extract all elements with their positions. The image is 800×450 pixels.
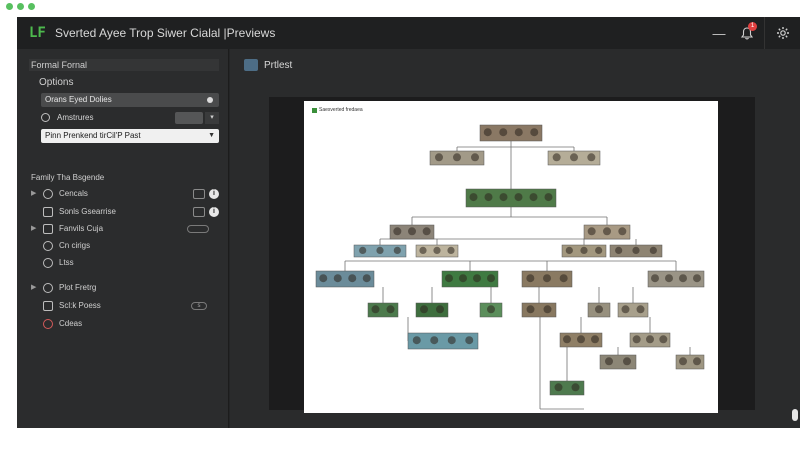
person-photo-tile[interactable] [367,302,399,318]
sidebar-item-label: Sonls Gsearrise [59,207,116,216]
traffic-light-dot[interactable] [28,3,35,10]
option-radio-row[interactable]: Amstrures ▾ [41,111,219,125]
sidebar-item-label: Cn cirigs [59,241,91,250]
monitor-icon [43,207,53,217]
person-photo-tile[interactable] [415,244,459,258]
person-photo-tile[interactable] [479,124,543,142]
clock-icon [43,258,53,268]
sidebar-item-cdeas[interactable]: Cdeas [29,317,219,331]
option-toggle-label: Orans Eyed Dolies [45,95,112,104]
person-photo-tile[interactable] [353,244,407,258]
person-photo-tile[interactable] [465,188,557,208]
gear-icon[interactable] [764,17,800,49]
sidebar-item-label: Cdeas [59,319,83,328]
folder-icon [43,224,53,234]
window-traffic-lights [6,3,35,10]
print-icon [244,59,258,71]
sidebar-item-label: Scl:k Poess [59,301,101,310]
main-panel: Prtlest Saesverted fredaea [230,49,800,428]
person-photo-tile[interactable] [549,380,585,396]
sidebar-item-sclk[interactable]: Scl:k Poess s [29,299,219,313]
window-title: Sverted Ayee Trop Siwer Cialal |Previews [55,26,276,40]
notification-badge: 1 [748,22,757,31]
person-photo-tile[interactable] [583,224,631,240]
toggle-pill[interactable] [187,225,209,233]
person-photo-tile[interactable] [521,270,573,288]
circle-icon [43,283,53,293]
bell-icon[interactable]: 1 [736,17,758,49]
person-photo-tile[interactable] [599,354,637,370]
chevron-right-icon[interactable]: ▶ [31,281,36,295]
sidebar: Formal Fornal Options Orans Eyed Dolies … [17,49,229,428]
chevron-down-icon[interactable]: ▾ [205,112,219,124]
toggle-pill[interactable]: s [191,302,207,310]
print-select-value: Pinn Prenkend tirCil'P Past [45,131,141,140]
chevron-right-icon[interactable]: ▶ [31,222,36,236]
radio-icon[interactable] [41,113,50,122]
person-photo-tile[interactable] [647,270,705,288]
circle-icon [43,241,53,251]
chevron-right-icon[interactable]: ▶ [31,187,36,201]
person-photo-tile[interactable] [587,302,611,318]
option-radio-label: Amstrures [57,113,94,122]
section-title: Family Tha Bsgende [31,173,105,182]
sidebar-item-cencals[interactable]: ▶ Cencals i [29,187,219,201]
app-window: LF Sverted Ayee Trop Siwer Cialal |Previ… [17,17,800,428]
preview-title: Prtlest [264,59,293,71]
sidebar-item-cncirigs[interactable]: Cn cirigs [29,239,219,253]
app-logo: LF [29,25,46,41]
sidebar-item-plot[interactable]: ▶ Plot Fretrg [29,281,219,295]
scrollbar-thumb[interactable] [792,409,798,421]
title-bar: LF Sverted Ayee Trop Siwer Cialal |Previ… [17,17,800,49]
option-value-field[interactable] [175,112,203,124]
person-photo-tile[interactable] [415,302,449,318]
preview-header: Prtlest [244,59,292,71]
info-icon[interactable]: i [209,207,219,217]
chevron-down-icon[interactable]: ▼ [208,129,215,143]
checkbox-icon[interactable] [193,189,205,199]
person-photo-tile[interactable] [675,354,705,370]
person-photo-tile[interactable] [407,332,479,350]
person-photo-tile[interactable] [617,302,649,318]
person-photo-tile[interactable] [547,150,601,166]
document-icon [43,301,53,311]
sidebar-header: Formal Fornal [29,59,219,71]
family-tree-diagram [315,124,705,410]
info-icon[interactable]: i [209,189,219,199]
person-photo-tile[interactable] [561,244,607,258]
sidebar-item-label: Cencals [59,189,88,198]
minimize-icon[interactable]: — [708,17,730,49]
person-photo-tile[interactable] [521,302,557,318]
sidebar-item-label: Fanvils Cuja [59,224,104,233]
person-photo-tile[interactable] [609,244,663,258]
preview-page[interactable]: Saesverted fredaea [304,101,718,413]
traffic-light-dot[interactable] [17,3,24,10]
traffic-light-dot[interactable] [6,3,13,10]
person-photo-tile[interactable] [629,332,671,348]
sidebar-item-ltss[interactable]: Ltss [29,256,219,270]
person-photo-tile[interactable] [559,332,603,348]
sidebar-item-fanvils[interactable]: ▶ Fanvils Cuja [29,222,219,236]
person-photo-tile[interactable] [429,150,485,166]
person-photo-tile[interactable] [479,302,503,318]
print-select[interactable]: Pinn Prenkend tirCil'P Past ▼ [41,129,219,143]
sidebar-item-sonls[interactable]: Sonls Gsearrise i [29,205,219,219]
color-icon [43,319,53,329]
sidebar-item-label: Ltss [59,258,74,267]
options-title: Options [39,77,74,88]
option-toggle-row[interactable]: Orans Eyed Dolies [41,93,219,107]
checkbox-icon[interactable] [193,207,205,217]
person-photo-tile[interactable] [389,224,435,240]
sidebar-item-label: Plot Fretrg [59,283,97,292]
person-photo-tile[interactable] [315,270,375,288]
person-photo-tile[interactable] [441,270,499,288]
toggle-knob-icon[interactable] [207,97,213,103]
circle-icon [43,189,53,199]
